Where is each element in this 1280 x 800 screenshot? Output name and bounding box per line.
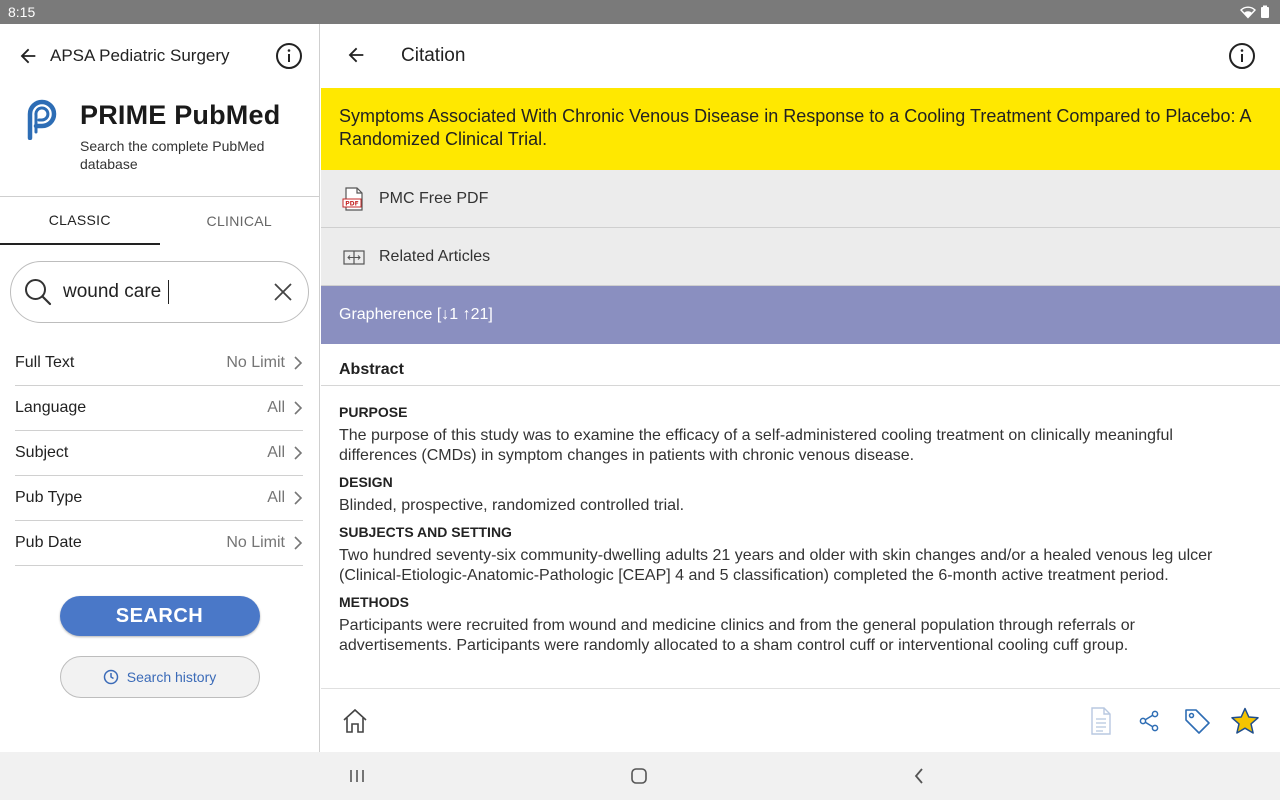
search-bar bbox=[10, 261, 309, 323]
status-bar: 8:15 bbox=[0, 0, 1280, 24]
filter-label: Subject bbox=[15, 444, 69, 461]
search-mode-tabs: CLASSIC CLINICAL bbox=[0, 197, 319, 245]
app-title: APSA Pediatric Surgery bbox=[50, 46, 230, 65]
citation-toolbar bbox=[321, 688, 1280, 752]
info-icon[interactable] bbox=[275, 42, 303, 70]
text-cursor bbox=[168, 280, 169, 304]
home-icon[interactable] bbox=[341, 707, 369, 735]
home-nav-icon[interactable] bbox=[619, 756, 659, 796]
abstract-heading: Abstract bbox=[321, 344, 1280, 386]
filter-full-text[interactable]: Full Text No Limit bbox=[15, 341, 303, 386]
prime-pubmed-logo-icon bbox=[27, 99, 57, 140]
filter-subject[interactable]: Subject All bbox=[15, 431, 303, 476]
filter-list: Full Text No Limit Language All Subject … bbox=[15, 341, 303, 566]
abstract-section-title: DESIGN bbox=[339, 474, 393, 490]
chevron-right-icon bbox=[294, 401, 303, 415]
info-icon[interactable] bbox=[1228, 42, 1256, 70]
filter-label: Pub Date bbox=[15, 534, 82, 551]
pmc-free-pdf-link[interactable]: PDF PMC Free PDF bbox=[321, 170, 1280, 228]
system-icons bbox=[1240, 5, 1270, 19]
abstract-section-title: SUBJECTS AND SETTING bbox=[339, 524, 512, 540]
filter-value: No Limit bbox=[226, 534, 285, 551]
pmc-free-pdf-label: PMC Free PDF bbox=[379, 189, 489, 207]
page-title: Citation bbox=[401, 45, 466, 66]
related-articles-link[interactable]: Related Articles bbox=[321, 228, 1280, 286]
filter-label: Full Text bbox=[15, 354, 75, 371]
search-history-button[interactable]: Search history bbox=[59, 656, 260, 698]
search-input[interactable] bbox=[63, 281, 169, 303]
wifi-icon bbox=[1240, 6, 1256, 19]
tab-classic[interactable]: CLASSIC bbox=[0, 197, 160, 245]
abstract-section-title: PURPOSE bbox=[339, 404, 408, 420]
back-arrow-icon[interactable] bbox=[345, 44, 369, 68]
system-navigation-bar bbox=[0, 752, 1280, 800]
abstract-section-title: METHODS bbox=[339, 594, 409, 610]
tab-clinical[interactable]: CLINICAL bbox=[160, 197, 320, 245]
clock-icon bbox=[103, 669, 118, 685]
citation-pane: Citation Symptoms Associated With Chroni… bbox=[321, 24, 1280, 752]
abstract-section-text: The purpose of this study was to examine… bbox=[339, 427, 1173, 464]
filter-label: Pub Type bbox=[15, 489, 83, 506]
chevron-right-icon bbox=[294, 446, 303, 460]
filter-language[interactable]: Language All bbox=[15, 386, 303, 431]
status-time: 8:15 bbox=[8, 4, 36, 20]
document-icon[interactable] bbox=[1086, 706, 1116, 736]
recent-apps-icon[interactable] bbox=[337, 756, 377, 796]
chevron-right-icon bbox=[294, 491, 303, 505]
abstract-section-text: Two hundred seventy-six community-dwelli… bbox=[339, 547, 1213, 584]
search-button[interactable]: SEARCH bbox=[59, 596, 260, 636]
left-header: APSA Pediatric Surgery bbox=[0, 24, 319, 88]
related-articles-label: Related Articles bbox=[379, 247, 491, 265]
svg-text:PDF: PDF bbox=[345, 200, 358, 207]
filter-value: All bbox=[267, 489, 285, 506]
citation-title: Symptoms Associated With Chronic Venous … bbox=[321, 88, 1280, 170]
search-history-label: Search history bbox=[126, 669, 217, 685]
filter-value: No Limit bbox=[226, 354, 285, 371]
grapherence-link[interactable]: Grapherence [↓1 ↑21] bbox=[321, 286, 1280, 344]
chevron-right-icon bbox=[294, 356, 303, 370]
chevron-right-icon bbox=[294, 536, 303, 550]
abstract-section-text: Blinded, prospective, randomized control… bbox=[339, 497, 685, 514]
citation-header: Citation bbox=[321, 24, 1280, 88]
clear-icon[interactable] bbox=[272, 281, 294, 303]
back-nav-icon[interactable] bbox=[899, 756, 939, 796]
related-articles-icon bbox=[343, 249, 365, 265]
back-arrow-icon[interactable] bbox=[16, 44, 40, 68]
search-icon bbox=[25, 279, 52, 306]
brand-block: PRIME PubMed Search the complete PubMed … bbox=[0, 88, 319, 196]
battery-icon bbox=[1261, 5, 1269, 18]
filter-pub-type[interactable]: Pub Type All bbox=[15, 476, 303, 521]
filter-value: All bbox=[267, 444, 285, 461]
filter-value: All bbox=[267, 399, 285, 416]
brand-name: PRIME PubMed bbox=[80, 100, 281, 130]
brand-tagline: Search the complete PubMed database bbox=[80, 138, 265, 172]
tag-icon[interactable] bbox=[1182, 706, 1212, 736]
pdf-icon: PDF bbox=[342, 186, 363, 211]
star-icon[interactable] bbox=[1230, 706, 1260, 736]
abstract-body: PURPOSE The purpose of this study was to… bbox=[321, 386, 1280, 686]
filter-label: Language bbox=[15, 399, 87, 416]
share-icon[interactable] bbox=[1134, 706, 1164, 736]
search-pane: APSA Pediatric Surgery PRIME PubMed Sear… bbox=[0, 24, 320, 752]
abstract-section-text: Participants were recruited from wound a… bbox=[339, 617, 1135, 654]
filter-pub-date[interactable]: Pub Date No Limit bbox=[15, 521, 303, 566]
